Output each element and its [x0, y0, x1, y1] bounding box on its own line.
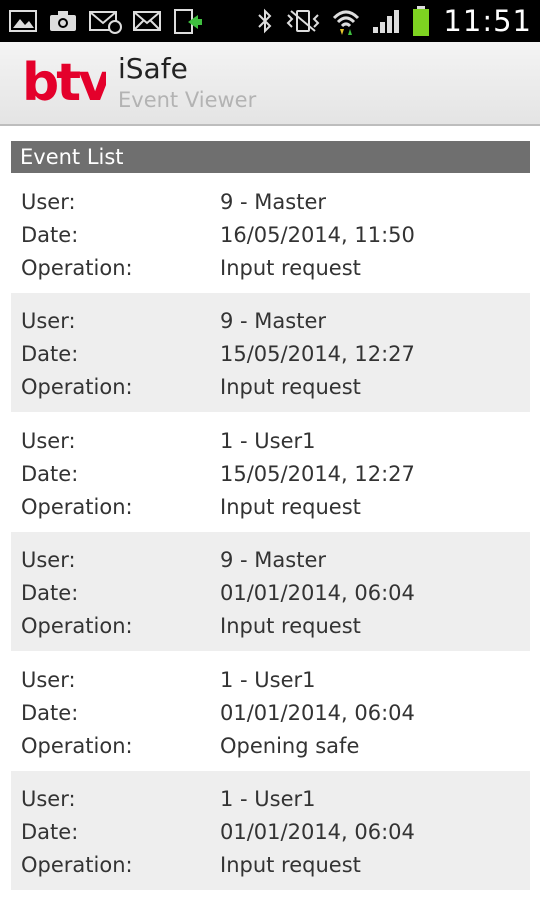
- event-list: User: 9 - Master Date: 16/05/2014, 11:50 O…: [11, 173, 530, 890]
- user-row: User: 9 - Master: [21, 185, 530, 218]
- usb-transfer-icon: [172, 7, 204, 35]
- status-clock: 11:51: [443, 3, 532, 38]
- status-bar: 11:51: [0, 0, 540, 42]
- notification-icons: [8, 7, 204, 35]
- user-row: User: 9 - Master: [21, 305, 530, 338]
- user-label: User:: [21, 189, 76, 214]
- user-value: 9 - Master: [220, 189, 327, 214]
- user-label: User:: [21, 548, 76, 572]
- user-label: User:: [21, 428, 76, 453]
- bluetooth-icon: [255, 7, 275, 35]
- operation-value: Input request: [220, 614, 361, 638]
- camera-icon: [48, 7, 78, 35]
- header-titles: iSafe Event Viewer: [118, 53, 256, 113]
- date-value: 16/05/2014, 11:50: [220, 222, 415, 247]
- wifi-icon: [331, 7, 361, 35]
- operation-row: Operation: Input request: [21, 251, 530, 284]
- date-value: 15/05/2014, 12:27: [220, 461, 415, 486]
- date-label: Date:: [21, 700, 79, 725]
- email-sync-icon: [88, 7, 122, 35]
- date-label: Date:: [21, 820, 79, 844]
- svg-text:btv: btv: [22, 53, 106, 113]
- app-subtitle: Event Viewer: [118, 88, 257, 112]
- date-row: Date: 15/05/2014, 12:27: [21, 457, 530, 490]
- date-label: Date:: [21, 581, 79, 605]
- date-value: 01/01/2014, 06:04: [220, 700, 415, 725]
- operation-label: Operation:: [21, 733, 133, 758]
- user-value: 1 - User1: [220, 667, 316, 692]
- app-title: iSafe: [118, 52, 188, 85]
- btv-logo: btv: [22, 52, 115, 114]
- event-item[interactable]: User: 1 - User1 Date: 01/01/2014, 06:04 Op…: [11, 770, 530, 890]
- date-value: 15/05/2014, 12:27: [220, 342, 415, 366]
- operation-value: Opening safe: [220, 733, 360, 758]
- operation-row: Operation: Input request: [21, 371, 530, 404]
- event-item[interactable]: User: 1 - User1 Date: 01/01/2014, 06:04 Op…: [11, 651, 530, 771]
- user-row: User: 1 - User1: [21, 783, 530, 816]
- battery-icon: [411, 6, 431, 36]
- event-item[interactable]: User: 9 - Master Date: 01/01/2014, 06:04 O…: [11, 531, 530, 651]
- user-value: 9 - Master: [220, 548, 327, 572]
- user-row: User: 1 - User1: [21, 663, 530, 696]
- operation-row: Operation: Opening safe: [21, 729, 530, 762]
- user-row: User: 9 - Master: [21, 544, 530, 577]
- email-icon: [132, 7, 162, 35]
- gallery-icon: [8, 7, 38, 35]
- date-row: Date: 01/01/2014, 06:04: [21, 696, 530, 729]
- date-value: 01/01/2014, 06:04: [220, 820, 415, 844]
- operation-row: Operation: Input request: [21, 610, 530, 643]
- operation-label: Operation:: [21, 255, 133, 280]
- operation-row: Operation: Input request: [21, 490, 530, 523]
- user-value: 1 - User1: [220, 787, 316, 811]
- operation-label: Operation:: [21, 494, 133, 519]
- date-label: Date:: [21, 461, 79, 486]
- event-item[interactable]: User: 9 - Master Date: 16/05/2014, 11:50 O…: [11, 173, 530, 293]
- date-label: Date:: [21, 342, 79, 366]
- signal-icon: [371, 7, 401, 35]
- user-row: User: 1 - User1: [21, 424, 530, 457]
- operation-value: Input request: [220, 853, 361, 877]
- date-value: 01/01/2014, 06:04: [220, 581, 415, 605]
- user-label: User:: [21, 787, 76, 811]
- operation-value: Input request: [220, 375, 361, 399]
- date-row: Date: 01/01/2014, 06:04: [21, 816, 530, 849]
- date-row: Date: 16/05/2014, 11:50: [21, 218, 530, 251]
- user-label: User:: [21, 309, 76, 333]
- event-item[interactable]: User: 1 - User1 Date: 15/05/2014, 12:27 Op…: [11, 412, 530, 532]
- date-row: Date: 15/05/2014, 12:27: [21, 338, 530, 371]
- date-label: Date:: [21, 222, 79, 247]
- section-header: Event List: [11, 141, 530, 173]
- user-value: 1 - User1: [220, 428, 316, 453]
- date-row: Date: 01/01/2014, 06:04: [21, 577, 530, 610]
- operation-label: Operation:: [21, 614, 133, 638]
- user-label: User:: [21, 667, 76, 692]
- operation-value: Input request: [220, 494, 361, 519]
- event-item[interactable]: User: 9 - Master Date: 15/05/2014, 12:27 O…: [11, 292, 530, 412]
- operation-row: Operation: Input request: [21, 849, 530, 882]
- operation-value: Input request: [220, 255, 361, 280]
- system-icons: 11:51: [255, 3, 532, 38]
- app-header: btv iSafe Event Viewer: [0, 42, 540, 126]
- operation-label: Operation:: [21, 853, 133, 877]
- user-value: 9 - Master: [220, 309, 327, 333]
- operation-label: Operation:: [21, 375, 133, 399]
- vibrate-icon: [285, 7, 321, 35]
